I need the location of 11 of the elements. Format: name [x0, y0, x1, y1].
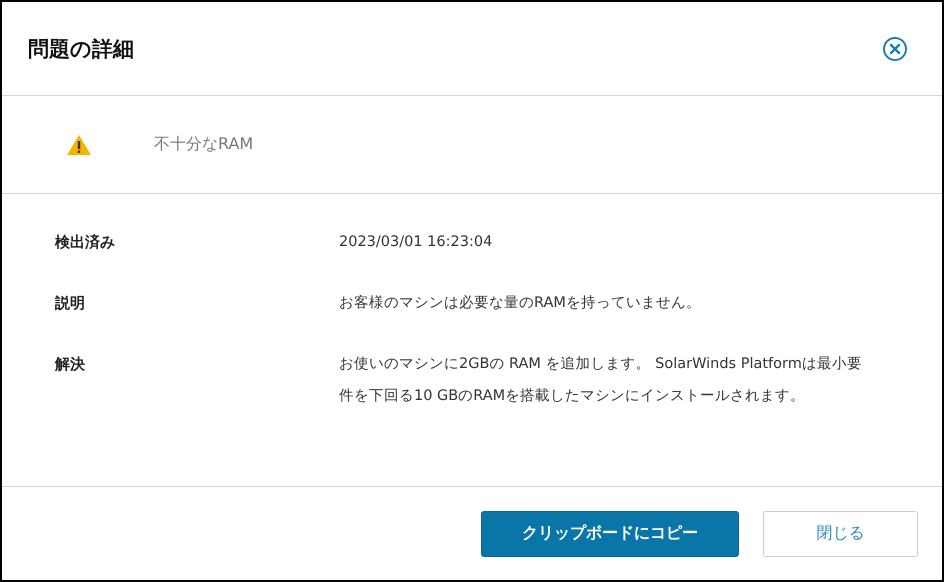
detail-value: お使いのマシンに2GBの RAM を追加します。 SolarWinds Platformは最小要件を下回る10 GBのRAMを搭載したマシンにインストールされます。 [339, 355, 863, 406]
detail-label: 解決 [55, 354, 86, 375]
detail-label: 検出済み [55, 232, 116, 253]
copy-button[interactable]: クリップボードにコピー [481, 510, 739, 556]
detail-value: お客様のマシンは必要な量のRAMを持っていません。 [339, 294, 702, 313]
dialog-title: 問題の詳細 [28, 36, 134, 62]
detail-label: 説明 [55, 293, 86, 314]
close-button[interactable]: 閉じる [763, 510, 918, 556]
issue-text: 不十分なRAM [154, 134, 254, 155]
close-icon[interactable] [882, 36, 908, 62]
detail-value: 2023/03/01 16:23:04 [339, 233, 494, 252]
